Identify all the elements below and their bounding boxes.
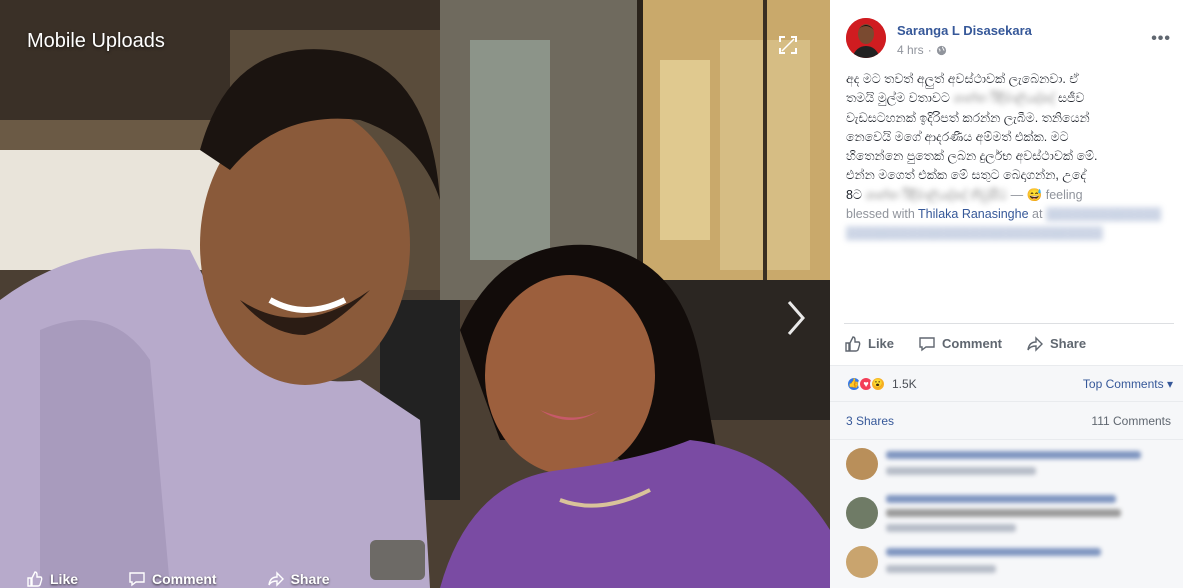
- timestamp-text: 4 hrs: [897, 43, 924, 57]
- share-icon: [267, 571, 284, 587]
- commenter-name-blurred[interactable]: [886, 548, 1101, 556]
- comment-meta-blurred: [886, 467, 1036, 475]
- post-text-line-2-end: සජීව: [1057, 91, 1085, 106]
- comment-label: Comment: [942, 336, 1002, 351]
- top-comments-label: Top Comments: [1082, 376, 1164, 391]
- post-text-line-4: නෙවෙයි මගේ ආදරණීය අම්මත් එක්ක. මට: [846, 129, 1069, 144]
- post-text-line-2: තමයි මුල්ම වතාවට ශාන්ත රිදීමාලියද්දේ සජී…: [846, 91, 1085, 106]
- next-arrow-icon[interactable]: [783, 298, 809, 338]
- tagged-person-link[interactable]: Thilaka Ranasinghe: [918, 207, 1029, 221]
- stats-bar: 3 Shares 111 Comments: [830, 401, 1183, 439]
- comment-icon: [919, 336, 935, 351]
- post-side-panel: Saranga L Disasekara 4 hrs · ••• අද මට ත…: [830, 0, 1183, 588]
- smiling-emoji-icon: 😅: [1026, 187, 1043, 202]
- wow-reaction-icon: 😮: [870, 375, 886, 392]
- comment-item: [830, 538, 1183, 587]
- post-text-line-5: හිතෙන්නෙ පුතෙක් ලබන දුර්ලභ අවස්ථාවක් මේ.: [846, 149, 1098, 164]
- post-text-line-3: වැඩසටහනක් ඉදිරිපත් කරන්න ලැබීම. තනියෙන්: [846, 110, 1090, 125]
- comment-icon: [129, 572, 145, 587]
- author-avatar[interactable]: [846, 18, 886, 58]
- post-text-line-9: ▒▒▒▒▒▒▒▒▒▒▒▒▒▒▒▒▒▒▒▒▒▒▒▒▒▒▒▒▒: [846, 224, 1171, 243]
- album-title[interactable]: Mobile Uploads: [27, 30, 165, 53]
- commenter-avatar[interactable]: [846, 546, 878, 578]
- like-label: Like: [868, 336, 895, 351]
- top-comments-dropdown[interactable]: Top Comments ▾: [1083, 377, 1173, 391]
- post-photo: [0, 0, 830, 588]
- post-text-line-6: එන්න මගෙත් එක්ක මේ සතුට බෙදාගන්න, උදේ: [846, 168, 1086, 183]
- commenter-avatar[interactable]: [846, 448, 878, 480]
- viewer-share-button[interactable]: Share: [267, 570, 330, 588]
- comment-meta-blurred: [886, 565, 996, 573]
- globe-icon: [936, 45, 946, 55]
- commenter-avatar[interactable]: [846, 497, 878, 529]
- share-label: Share: [1049, 336, 1087, 351]
- blurred-text: ශාන්ත රිදීමාලියද්දේ: [953, 91, 1055, 106]
- viewer-like-label: Like: [50, 571, 79, 587]
- post-text-line-1: අද මට තවත් අලුත් අවස්ථාවක් ලැබෙනවා. ඒ: [846, 72, 1079, 86]
- post-header: Saranga L Disasekara 4 hrs · •••: [830, 0, 1183, 70]
- commenter-name-blurred[interactable]: [886, 495, 1116, 503]
- caret-down-icon: ▾: [1166, 376, 1173, 391]
- post-text-line-7: 8ට ශාන්ත රිදීමාලියද්දේ නිවුසීට — 😅 feeli…: [846, 187, 1083, 202]
- viewer-comment-label: Comment: [152, 571, 217, 587]
- viewer-like-button[interactable]: Like: [26, 570, 78, 588]
- viewer-share-label: Share: [290, 571, 330, 587]
- at-text: at: [1032, 207, 1043, 222]
- viewer-comment-button[interactable]: Comment: [128, 570, 217, 588]
- blurred-location[interactable]: ▒▒▒▒▒▒▒▒▒▒▒▒▒: [1046, 207, 1161, 221]
- comments-count[interactable]: 111 Comments: [1091, 414, 1171, 428]
- blurred-location-2[interactable]: ▒▒▒▒▒▒▒▒▒▒▒▒▒▒▒▒▒▒▒▒▒▒▒▒▒▒▒▒▒: [846, 226, 1103, 240]
- photo-viewer[interactable]: Mobile Uploads Like Comment Share: [0, 0, 830, 588]
- comment-text-blurred: [886, 509, 1121, 517]
- author-name[interactable]: Saranga L Disasekara: [897, 23, 1032, 38]
- shares-count[interactable]: 3 Shares: [846, 414, 894, 428]
- more-options-icon[interactable]: •••: [1151, 30, 1171, 48]
- separator-dot: ·: [927, 43, 932, 57]
- comment-item: [830, 440, 1183, 489]
- share-icon: [1027, 335, 1043, 352]
- comments-list: [830, 439, 1183, 588]
- expand-icon[interactable]: [777, 34, 799, 56]
- post-text-line-8: blessed with Thilaka Ranasinghe at ▒▒▒▒▒…: [846, 205, 1171, 224]
- reaction-count[interactable]: 1.5K: [892, 377, 917, 391]
- comment-item: [830, 489, 1183, 538]
- reaction-icons[interactable]: 👍 ♥ 😮: [846, 375, 886, 392]
- comment-meta-blurred: [886, 524, 1016, 532]
- reactions-bar: 👍 ♥ 😮 1.5K Top Comments ▾: [830, 365, 1183, 401]
- viewer-action-bar: Like Comment Share: [0, 560, 830, 588]
- post-timestamp[interactable]: 4 hrs ·: [897, 43, 947, 57]
- feeling-label: feeling: [1045, 187, 1083, 202]
- comment-button[interactable]: Comment: [918, 335, 1002, 353]
- commenter-name-blurred[interactable]: [886, 451, 1141, 459]
- like-icon: [27, 571, 43, 587]
- share-button[interactable]: Share: [1026, 335, 1086, 353]
- like-icon: [845, 335, 861, 352]
- post-text: අද මට තවත් අලුත් අවස්ථාවක් ලැබෙනවා. ඒ තම…: [830, 70, 1183, 244]
- post-action-bar: Like Comment Share: [844, 323, 1174, 363]
- like-button[interactable]: Like: [844, 335, 894, 353]
- blurred-text: ශාන්ත රිදීමාලියද්දේ නිවුසීට: [865, 187, 1008, 202]
- blessed-with-text: blessed with: [846, 207, 915, 222]
